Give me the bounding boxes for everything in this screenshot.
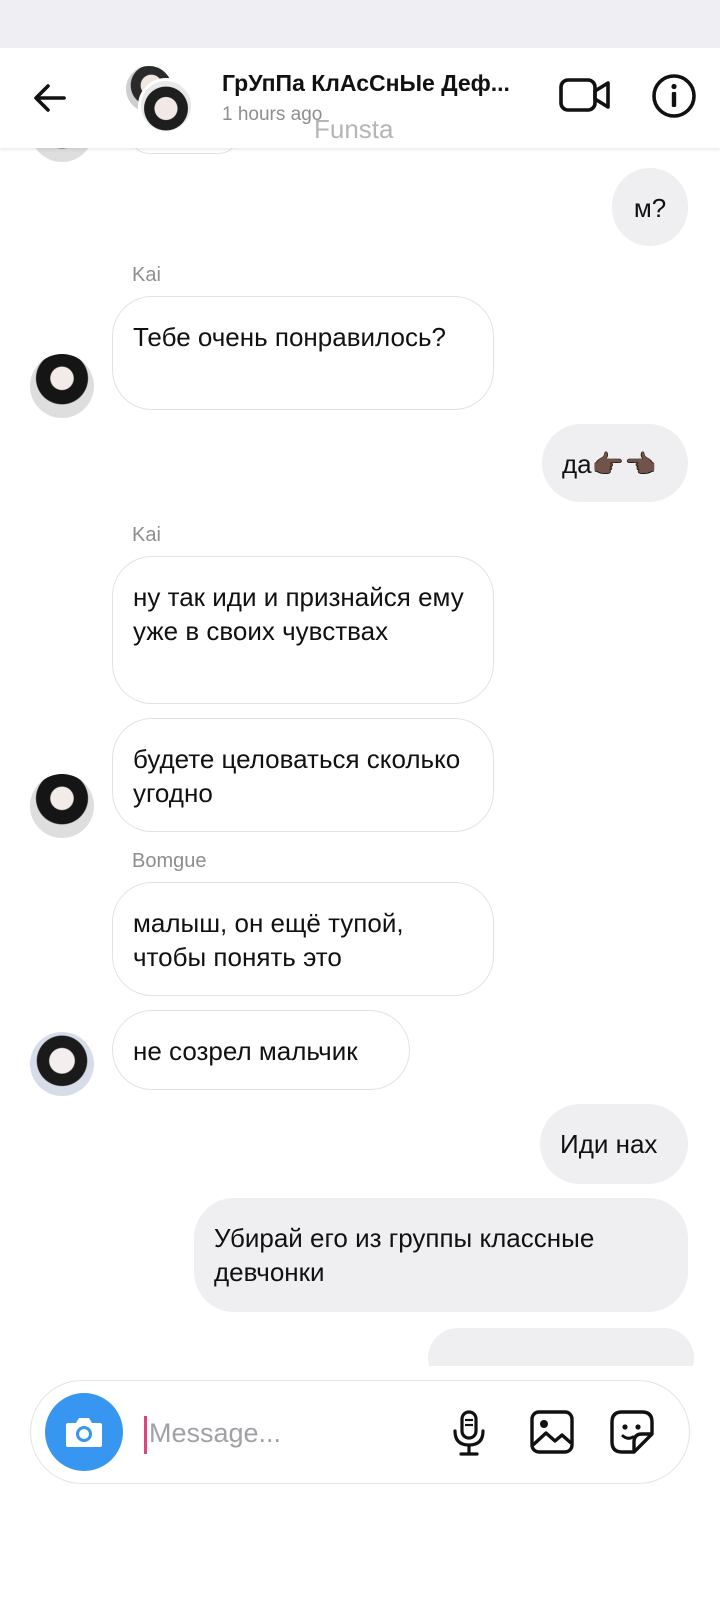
group-avatar[interactable] [124, 64, 194, 134]
sender-name: Kai [132, 264, 161, 286]
camera-button[interactable] [45, 1393, 123, 1471]
message-bubble-incoming[interactable]: малыш, он ещё тупой, чтобы понять это [112, 882, 494, 996]
message-bubble-incoming[interactable]: не созрел мальчик [112, 1010, 410, 1090]
group-avatar-front [138, 78, 194, 134]
image-icon[interactable] [529, 1409, 575, 1455]
chat-title[interactable]: ГрУпПа КлАсСнЫе Деф... [222, 70, 532, 97]
message-input[interactable] [147, 1411, 441, 1455]
message-bubble-outgoing[interactable]: м? [612, 168, 688, 246]
message-composer [30, 1380, 690, 1484]
camera-icon [66, 1418, 102, 1447]
message-bubble-outgoing[interactable]: да👉🏿👈🏿 [542, 424, 688, 502]
last-active-status: 1 hours ago [222, 104, 323, 125]
message-bubble-incoming[interactable]: Тебе очень понравилось? [112, 296, 494, 410]
message-bubble-incoming[interactable]: будете целоваться сколько угодно [112, 718, 494, 832]
microphone-icon[interactable] [449, 1409, 489, 1457]
info-icon[interactable] [650, 72, 698, 120]
message-list[interactable]: м? Kai Тебе очень понравилось? да👉🏿👈🏿 Ka… [0, 148, 720, 1366]
message-bubble-outgoing[interactable]: Иди нах [540, 1104, 688, 1184]
avatar-kai[interactable] [30, 774, 94, 838]
sender-name: Kai [132, 524, 161, 546]
chat-header: ГрУпПа КлАсСнЫе Деф... 1 hours ago Funst… [0, 48, 720, 148]
message-bubble-incoming[interactable]: ну так иди и признайся ему уже в своих ч… [112, 556, 494, 704]
avatar-bomgue[interactable] [30, 1032, 94, 1096]
avatar-kai[interactable] [30, 354, 94, 418]
message-bubble-outgoing[interactable]: Убирай его из группы классные девчонки [194, 1198, 688, 1312]
arrow-left-icon[interactable] [26, 73, 76, 123]
sticker-icon[interactable] [609, 1409, 655, 1455]
status-bar [0, 0, 720, 48]
avatar-partial [30, 148, 94, 162]
bubble-partial-bottom [428, 1328, 694, 1366]
bubble-partial-top [128, 148, 240, 154]
sender-name: Bomgue [132, 850, 207, 872]
video-camera-icon[interactable] [558, 72, 612, 118]
watermark: Funsta [314, 114, 394, 144]
